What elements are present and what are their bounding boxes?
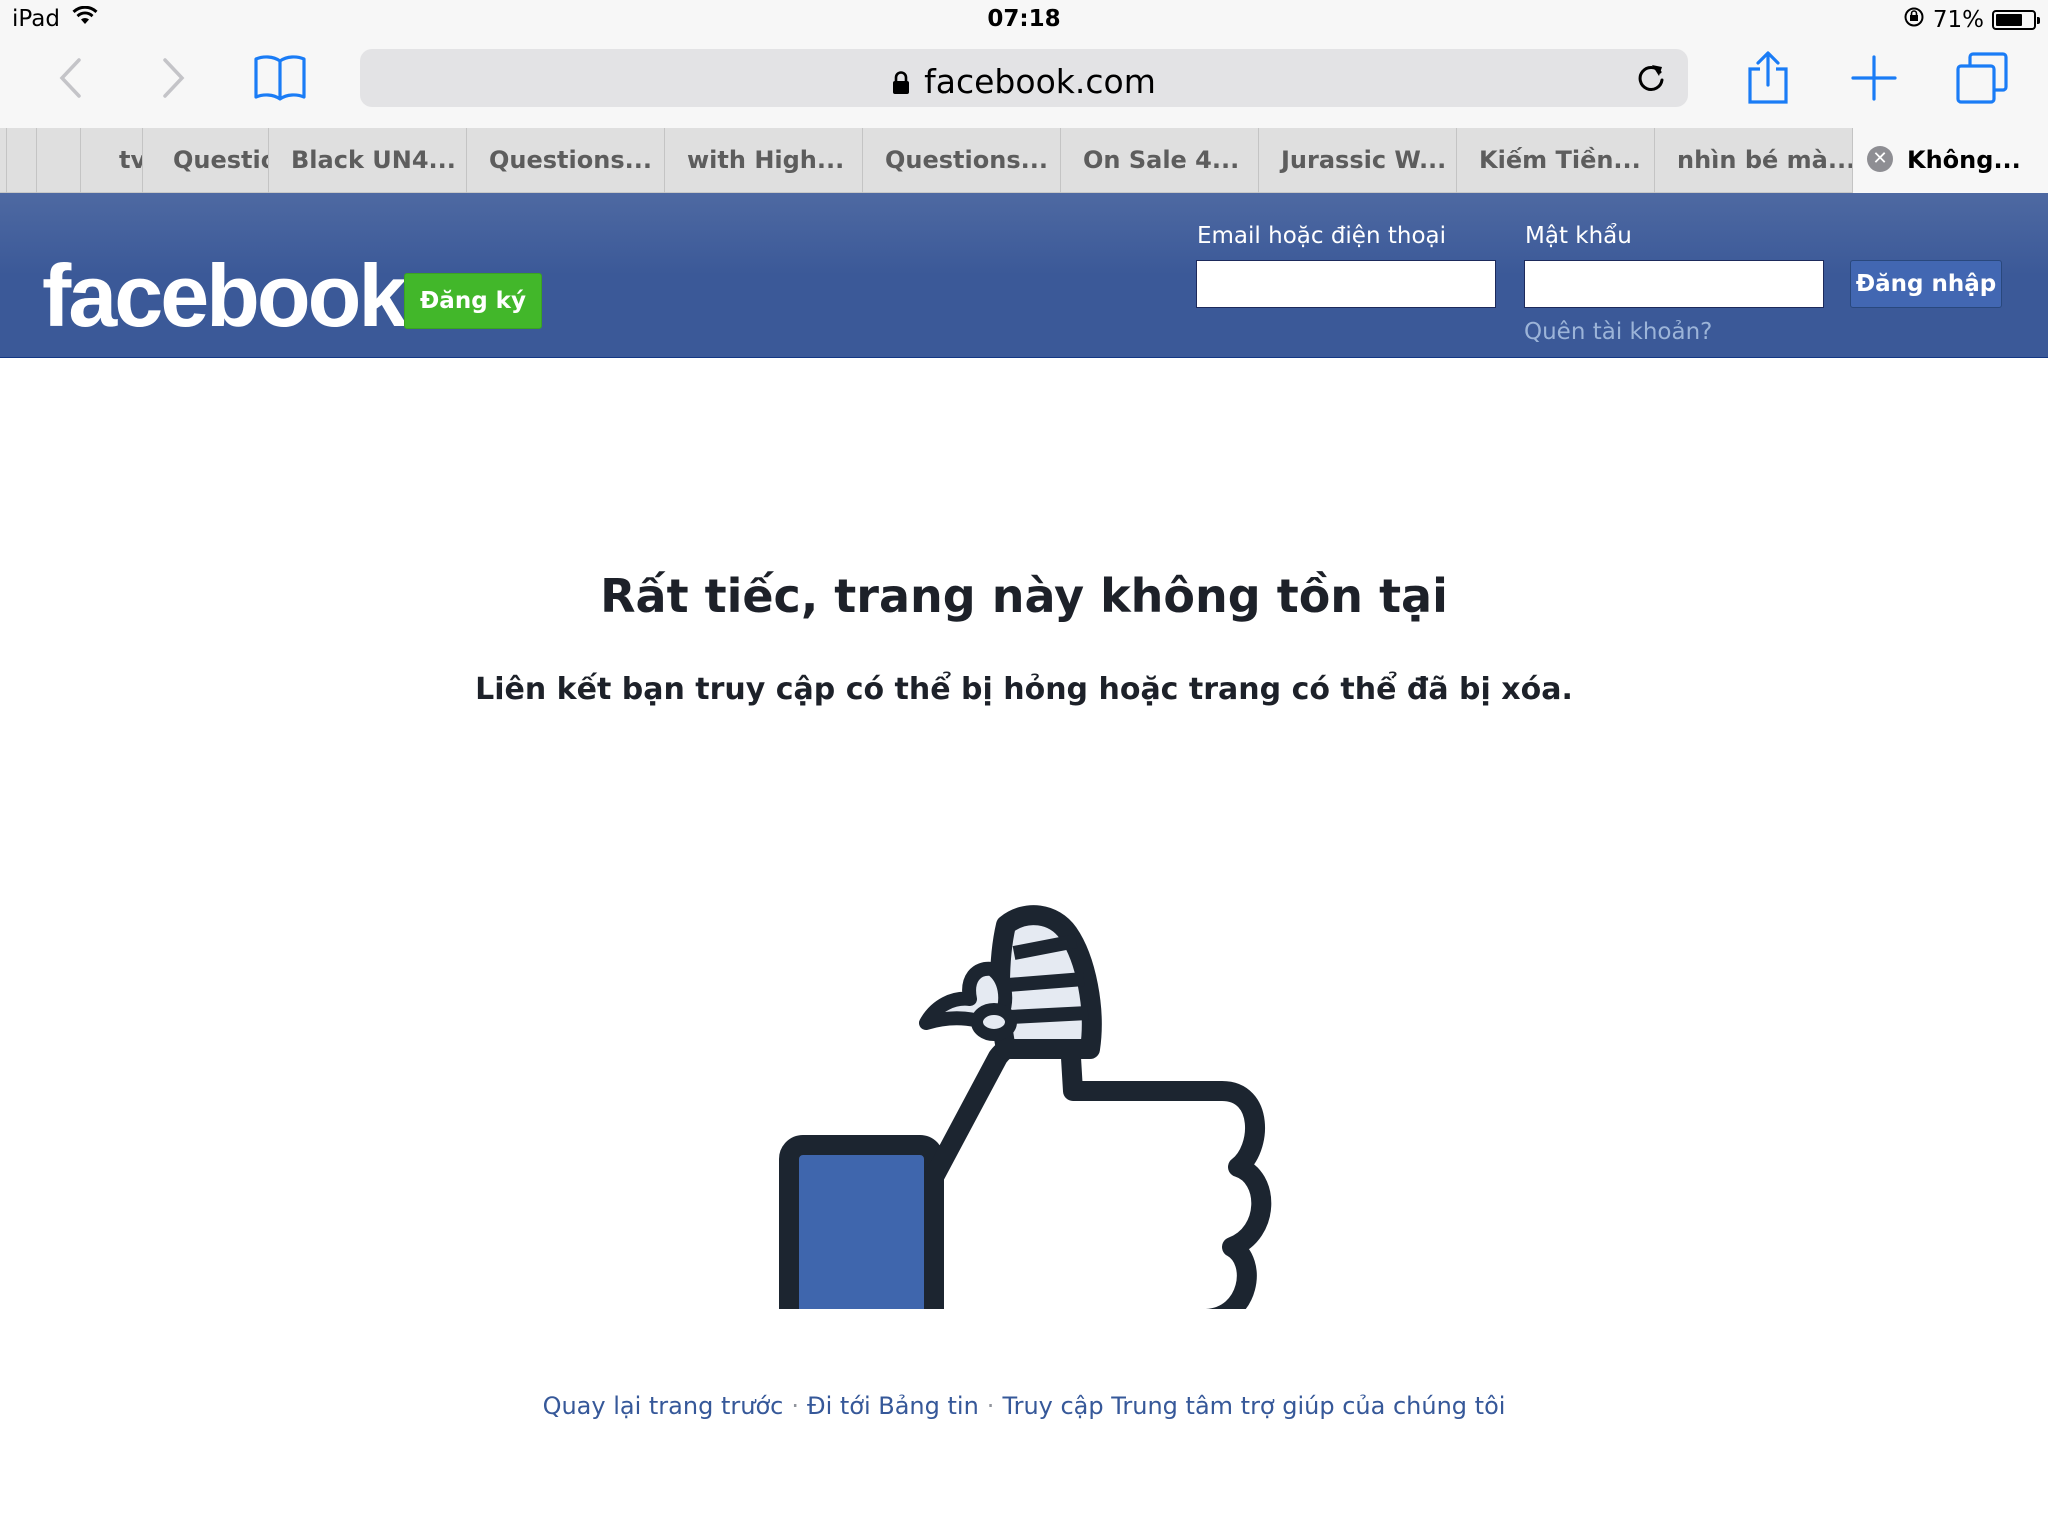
wifi-icon <box>72 5 98 32</box>
tab-label: Questions... <box>885 146 1048 174</box>
main-content: Rất tiếc, trang này không tồn tại Liên k… <box>0 359 2048 1536</box>
tab[interactable]: Questions... <box>466 128 664 193</box>
book-icon <box>253 53 307 107</box>
tabs-overview-button[interactable] <box>1948 50 2016 110</box>
tab[interactable]: tv <box>80 128 142 193</box>
tab[interactable] <box>36 128 80 193</box>
tab[interactable]: On Sale 4... <box>1060 128 1258 193</box>
tab-label: Kiếm Tiền... <box>1479 146 1641 174</box>
bookmarks-button[interactable] <box>246 50 314 110</box>
share-button[interactable] <box>1734 50 1802 110</box>
facebook-header: facebook Đăng ký Email hoặc điện thoại M… <box>0 193 2048 358</box>
tab[interactable]: Questions... <box>862 128 1060 193</box>
tab[interactable]: Questio <box>142 128 268 193</box>
address-bar[interactable]: facebook.com <box>360 49 1688 107</box>
facebook-logo[interactable]: facebook <box>42 245 407 347</box>
tab-label: with High... <box>687 146 845 174</box>
chevron-left-icon <box>58 57 82 103</box>
tab-label: Black UN4... <box>291 146 456 174</box>
password-field[interactable] <box>1524 260 1824 308</box>
tab-label: Questio <box>173 146 268 174</box>
plus-icon <box>1851 55 1897 105</box>
forgot-account-link[interactable]: Quên tài khoản? <box>1524 319 1712 345</box>
forward-button[interactable] <box>140 50 208 110</box>
error-subtitle: Liên kết bạn truy cập có thể bị hỏng hoặ… <box>475 672 1573 707</box>
tab-active[interactable]: ✕ Không... <box>1852 128 2048 193</box>
tab[interactable]: with High... <box>664 128 862 193</box>
tab[interactable]: Black UN4... <box>268 128 466 193</box>
email-label: Email hoặc điện thoại <box>1197 223 1447 249</box>
chevron-right-icon <box>162 57 186 103</box>
login-button[interactable]: Đăng nhập <box>1850 260 2002 308</box>
new-tab-button[interactable] <box>1840 50 1908 110</box>
clock: 07:18 <box>987 6 1061 32</box>
tab-label: Không... <box>1907 146 2021 174</box>
tab-bar: tv Questio Black UN4... Questions... wit… <box>0 128 2048 193</box>
tab[interactable] <box>6 128 36 193</box>
separator: · <box>791 1392 799 1420</box>
url-text: facebook.com <box>924 62 1156 101</box>
reload-icon[interactable] <box>1636 62 1666 98</box>
battery-percent: 71% <box>1932 7 1984 33</box>
battery-icon <box>1992 10 2040 30</box>
tab-label: tv <box>119 146 142 174</box>
tab[interactable]: Jurassic W... <box>1258 128 1456 193</box>
tab[interactable]: nhìn bé mà... <box>1654 128 1852 193</box>
browser-toolbar: facebook.com <box>0 40 2048 128</box>
lock-icon <box>892 64 910 103</box>
footer-links: Quay lại trang trước · Đi tới Bảng tin · Tru… <box>0 1392 2048 1420</box>
password-label: Mật khẩu <box>1525 223 1632 249</box>
tab-label: nhìn bé mà... <box>1677 146 1852 174</box>
help-center-link[interactable]: Truy cập Trung tâm trợ giúp của chúng tô… <box>1002 1392 1505 1420</box>
share-icon <box>1746 51 1790 109</box>
tab-label: Questions... <box>489 146 652 174</box>
news-feed-link[interactable]: Đi tới Bảng tin <box>807 1392 979 1420</box>
tab-label: On Sale 4... <box>1083 146 1240 174</box>
back-button[interactable] <box>36 50 104 110</box>
email-field[interactable] <box>1196 260 1496 308</box>
error-title: Rất tiếc, trang này không tồn tại <box>600 569 1448 623</box>
tabs-icon <box>1956 52 2008 108</box>
tab[interactable]: Kiếm Tiền... <box>1456 128 1654 193</box>
close-tab-icon[interactable]: ✕ <box>1867 146 1893 172</box>
device-name: iPad <box>12 6 60 32</box>
signup-button[interactable]: Đăng ký <box>404 273 542 329</box>
back-link[interactable]: Quay lại trang trước <box>543 1392 784 1420</box>
tab-label: Jurassic W... <box>1281 146 1447 174</box>
rotation-lock-icon <box>1903 6 1925 34</box>
separator: · <box>986 1392 995 1420</box>
status-bar: iPad 07:18 71% <box>0 0 2048 40</box>
bandaged-thumbs-up-illustration <box>779 905 1272 1309</box>
